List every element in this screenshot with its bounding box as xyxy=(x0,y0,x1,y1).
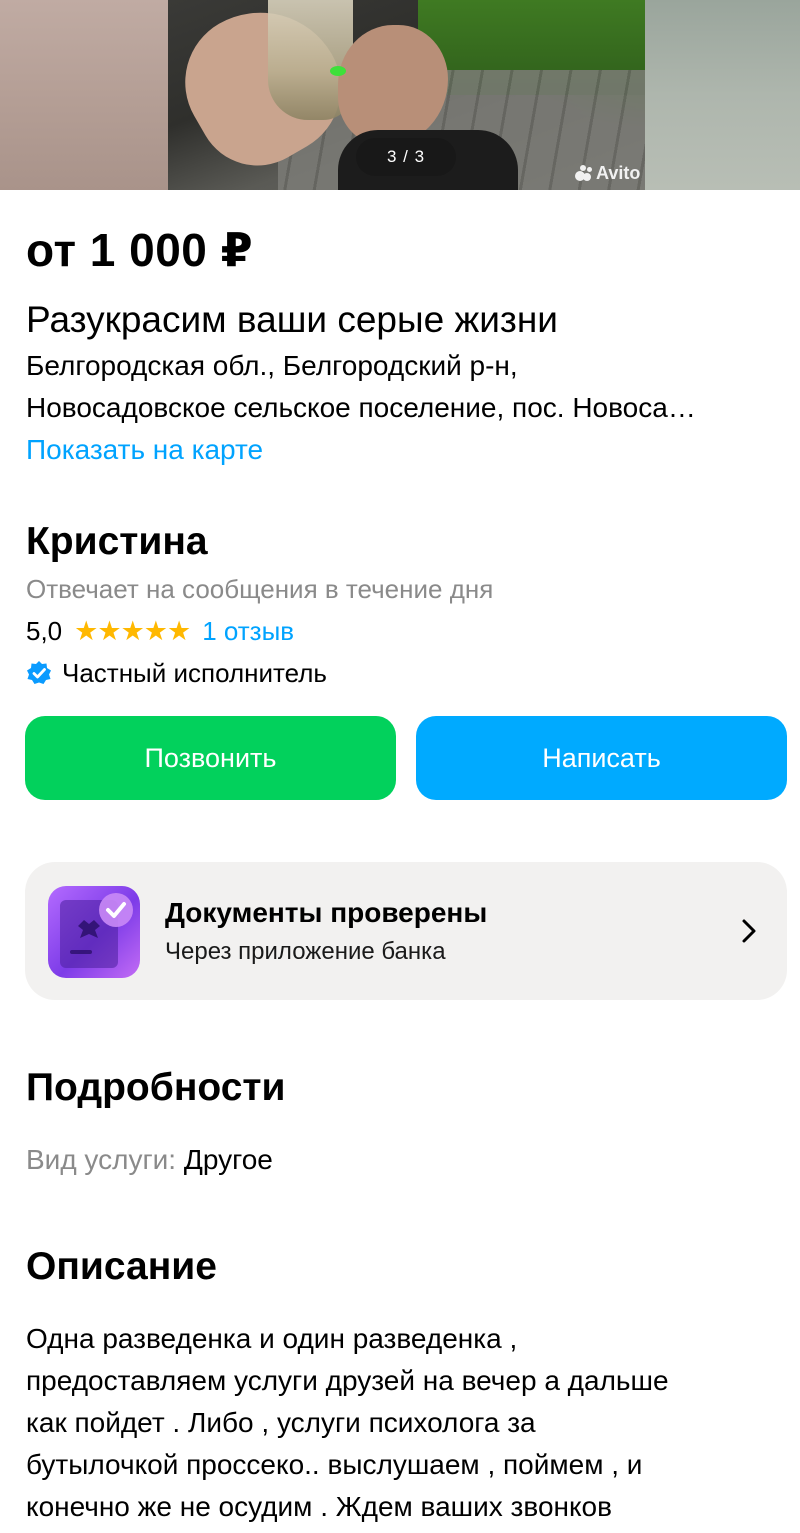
service-type-value: Другое xyxy=(183,1144,273,1175)
description-text: Одна разведенка и один разведенка , пред… xyxy=(26,1318,786,1528)
photo-gallery[interactable]: 3 / 3 Avito xyxy=(0,0,800,190)
listing-title: Разукрасим ваши серые жизни xyxy=(26,299,558,340)
address-line-1: Белгородская обл., Белгородский р-н, xyxy=(26,350,518,381)
seller-type-label: Частный исполнитель xyxy=(62,658,327,688)
passport-check-icon xyxy=(48,886,140,978)
documents-subtitle: Через приложение банка xyxy=(165,938,446,965)
show-on-map-link[interactable]: Показать на карте xyxy=(26,430,263,470)
previous-photo-preview[interactable] xyxy=(0,0,168,190)
description-line: как пойдет . Либо , услуги психолога за xyxy=(26,1407,536,1438)
avito-watermark: Avito xyxy=(575,160,640,186)
chevron-right-icon xyxy=(742,919,756,943)
documents-title: Документы проверены xyxy=(165,897,488,928)
photo-counter: 3 / 3 xyxy=(356,138,456,176)
call-button[interactable]: Позвонить xyxy=(25,716,396,800)
response-time: Отвечает на сообщения в течение дня xyxy=(26,574,494,604)
service-type-label: Вид услуги: xyxy=(26,1144,177,1175)
description-line: конечно же не осудим . Ждем ваших звонко… xyxy=(26,1491,613,1522)
reviews-link[interactable]: 1 отзыв xyxy=(202,612,294,650)
address: Белгородская обл., Белгородский р-н, Нов… xyxy=(26,345,786,429)
service-type-row: Вид услуги: Другое xyxy=(26,1140,273,1180)
seller-name[interactable]: Кристина xyxy=(26,517,208,567)
seller-type: Частный исполнитель xyxy=(26,654,327,692)
verified-badge-icon xyxy=(27,661,51,684)
rating-score: 5,0 xyxy=(26,616,63,646)
price: от 1 000 ₽ xyxy=(26,224,254,276)
avito-watermark-text: Avito xyxy=(596,162,641,183)
next-photo-preview[interactable] xyxy=(645,0,800,190)
description-line: бутылочкой проссеко.. выслушаем , поймем… xyxy=(26,1449,643,1480)
rating-stars: ★★★★★ xyxy=(74,616,191,646)
description-heading: Описание xyxy=(26,1245,217,1288)
description-line: Одна разведенка и один разведенка , xyxy=(26,1323,518,1354)
write-message-button[interactable]: Написать xyxy=(416,716,787,800)
documents-verified-card[interactable]: Документы проверены Через приложение бан… xyxy=(25,862,787,1000)
description-line: предоставляем услуги друзей на вечер а д… xyxy=(26,1365,669,1396)
rating-row: 5,0 ★★★★★ 1 отзыв xyxy=(26,612,294,650)
avito-logo-icon xyxy=(575,165,593,181)
address-line-2: Новосадовское сельское поселение, пос. Н… xyxy=(26,392,696,423)
details-heading: Подробности xyxy=(26,1066,286,1109)
